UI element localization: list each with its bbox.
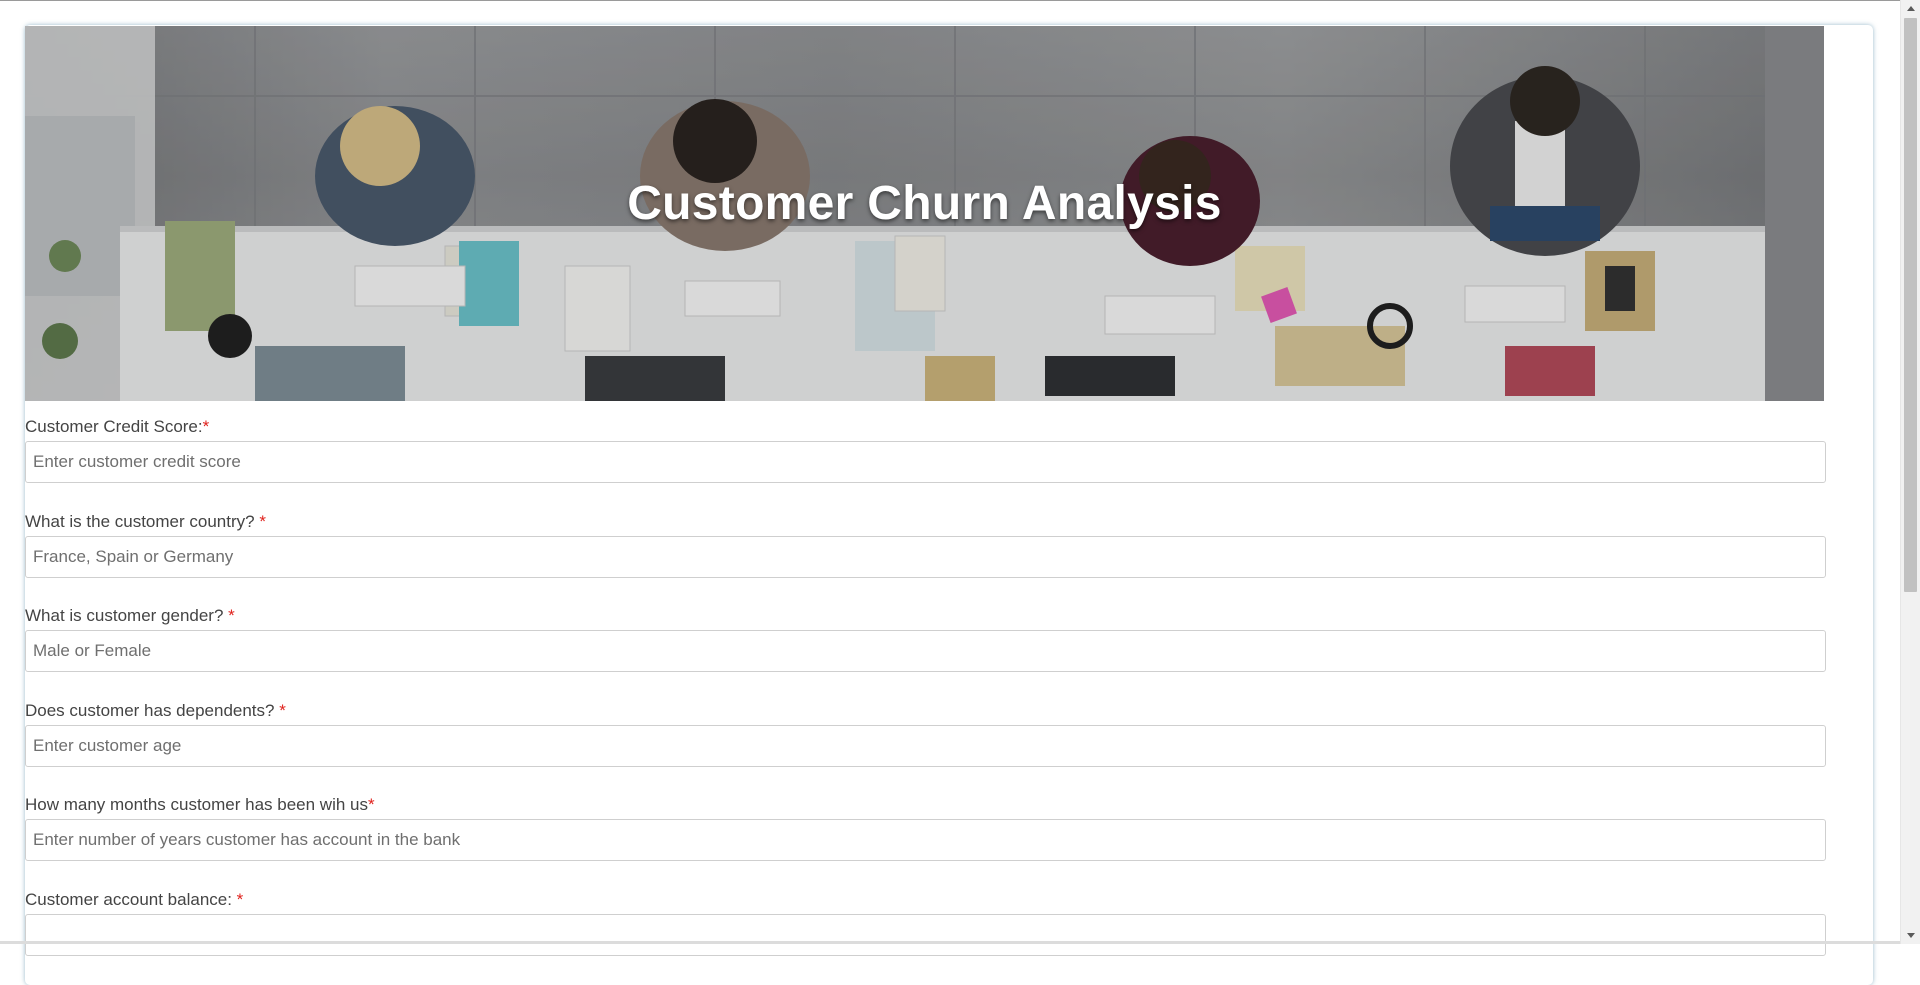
field-gender: What is customer gender? * xyxy=(25,606,1826,701)
field-credit-score: Customer Credit Score:* xyxy=(25,417,1826,512)
vertical-scrollbar[interactable] xyxy=(1900,0,1920,944)
field-balance: Customer account balance: * xyxy=(25,890,1826,985)
balance-label: Customer account balance: * xyxy=(25,889,244,909)
field-tenure: How many months customer has been wih us… xyxy=(25,795,1826,890)
gender-input[interactable] xyxy=(25,630,1826,672)
field-dependents: Does customer has dependents? * xyxy=(25,701,1826,796)
dependents-label: Does customer has dependents? * xyxy=(25,700,286,720)
country-label: What is the customer country? * xyxy=(25,511,266,531)
churn-form: Customer Credit Score:* What is the cust… xyxy=(25,417,1826,984)
credit-score-label: Customer Credit Score:* xyxy=(25,417,210,436)
credit-score-input[interactable] xyxy=(25,441,1826,483)
tenure-input[interactable] xyxy=(25,819,1826,861)
hero-banner: Customer Churn Analysis xyxy=(25,26,1824,401)
scroll-up-icon[interactable] xyxy=(1907,6,1915,11)
required-marker: * xyxy=(259,511,266,531)
scroll-down-icon[interactable] xyxy=(1907,933,1915,938)
country-input[interactable] xyxy=(25,535,1826,578)
scrollbar-thumb[interactable] xyxy=(1904,18,1917,592)
required-marker: * xyxy=(202,417,210,436)
dependents-input[interactable] xyxy=(25,724,1826,767)
required-marker: * xyxy=(279,700,286,720)
required-marker: * xyxy=(236,889,244,909)
balance-input[interactable] xyxy=(25,913,1826,956)
window-top-border xyxy=(0,0,1900,1)
field-country: What is the customer country? * xyxy=(25,512,1826,607)
required-marker: * xyxy=(228,606,235,625)
tenure-label: How many months customer has been wih us… xyxy=(25,795,375,814)
required-marker: * xyxy=(368,795,375,814)
page-title: Customer Churn Analysis xyxy=(627,177,1222,230)
gender-label: What is customer gender? * xyxy=(25,606,235,625)
